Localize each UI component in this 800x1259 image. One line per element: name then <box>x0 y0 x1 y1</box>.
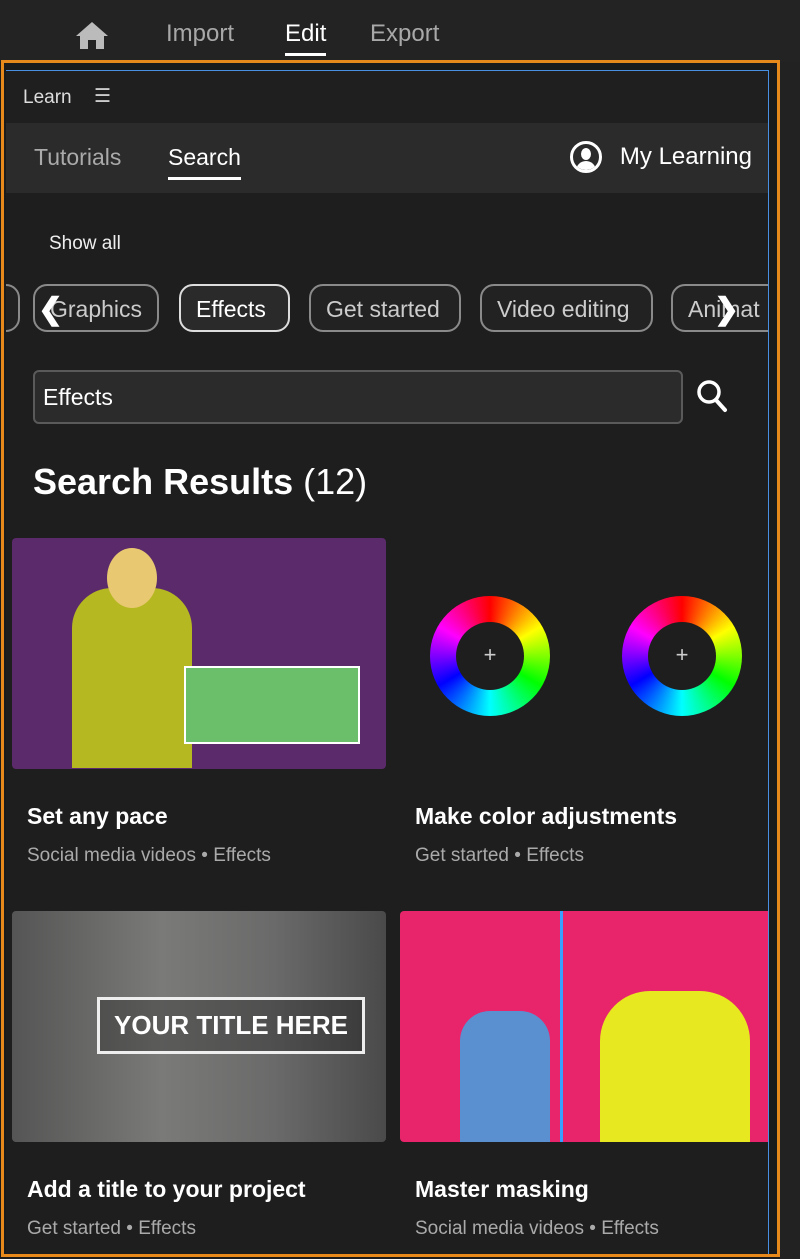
tutorial-card[interactable]: Make color adjustments Get started • Eff… <box>400 538 768 867</box>
tabs-bar: Tutorials Search My Learning <box>6 123 768 193</box>
card-title: Make color adjustments <box>415 803 678 829</box>
search-results-heading: Search Results (12) <box>33 461 367 503</box>
home-icon[interactable] <box>74 20 110 50</box>
top-bar: Import Edit Export <box>0 0 800 62</box>
title-overlay: YOUR TITLE HERE <box>97 997 366 1054</box>
thumbnail-set-any-pace <box>12 538 386 769</box>
chip-effects[interactable]: Effects <box>179 284 290 332</box>
nav-export[interactable]: Export <box>370 20 439 48</box>
learn-header: Learn ☰ <box>6 71 768 123</box>
results-label: Search Results <box>33 461 294 502</box>
card-meta: Get started • Effects <box>415 845 584 866</box>
chevron-right-icon[interactable]: ❯ <box>714 292 739 327</box>
card-meta: Get started • Effects <box>27 1218 196 1239</box>
tutorial-card[interactable]: Set any pace Social media videos • Effec… <box>12 538 386 867</box>
card-title: Set any pace <box>27 803 168 829</box>
learn-panel: Learn ☰ Tutorials Search My Learning Sho… <box>6 70 769 1254</box>
user-avatar-icon <box>569 141 602 173</box>
nav-edit[interactable]: Edit <box>285 20 327 56</box>
tab-tutorials[interactable]: Tutorials <box>34 144 121 171</box>
card-title: Add a title to your project <box>27 1176 306 1202</box>
search-input[interactable] <box>33 370 683 424</box>
card-meta: Social media videos • Effects <box>415 1218 659 1239</box>
tutorial-card[interactable]: YOUR TITLE HERE Add a title to your proj… <box>12 911 386 1240</box>
show-all-link[interactable]: Show all <box>49 233 121 255</box>
my-learning-label: My Learning <box>619 143 752 170</box>
hamburger-menu-icon[interactable]: ☰ <box>94 85 111 108</box>
learn-title: Learn <box>23 87 72 108</box>
my-learning-button[interactable]: My Learning <box>569 141 752 173</box>
card-title: Master masking <box>415 1176 589 1202</box>
chip-video-editing[interactable]: Video editing <box>480 284 653 332</box>
filter-chips: Graphics Effects Get started Video editi… <box>6 284 768 334</box>
chevron-left-icon[interactable]: ❮ <box>38 292 63 327</box>
chip-partial[interactable] <box>6 284 20 332</box>
card-meta: Social media videos • Effects <box>27 845 271 866</box>
thumbnail-color-adjustments <box>400 538 768 769</box>
tutorial-card[interactable]: Master masking Social media videos • Eff… <box>400 911 768 1240</box>
side-panel-edge <box>780 62 800 1259</box>
chip-get-started[interactable]: Get started <box>309 284 461 332</box>
nav-import[interactable]: Import <box>166 20 234 48</box>
tab-search[interactable]: Search <box>168 144 241 180</box>
thumbnail-master-masking <box>400 911 768 1142</box>
search-icon[interactable] <box>696 379 728 413</box>
results-count: (12) <box>303 461 368 502</box>
thumbnail-add-title: YOUR TITLE HERE <box>12 911 386 1142</box>
